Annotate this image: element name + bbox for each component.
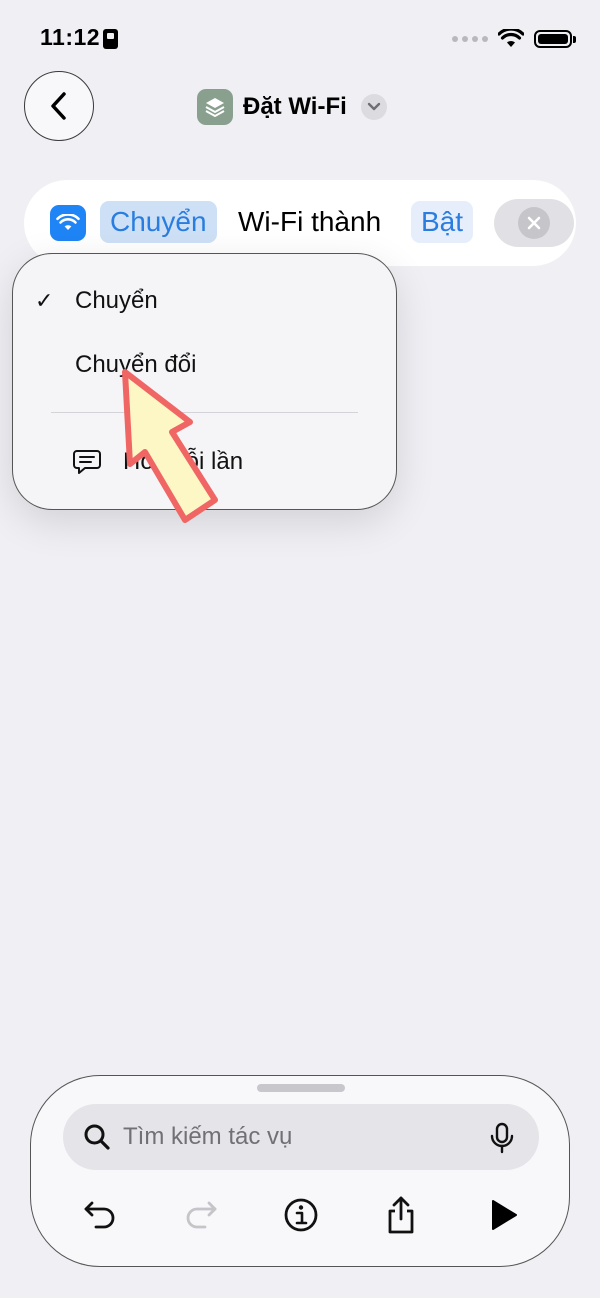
- value-token[interactable]: Bật: [411, 201, 474, 243]
- chevron-left-icon: [51, 92, 66, 120]
- checkmark-icon: ✓: [35, 288, 54, 313]
- info-button[interactable]: [278, 1192, 324, 1238]
- chevron-down-icon[interactable]: [360, 94, 387, 120]
- menu-item-chuyen[interactable]: ✓ Chuyển: [13, 276, 396, 326]
- share-icon: [388, 1196, 414, 1234]
- status-bar: 11:12: [0, 0, 600, 76]
- undo-icon: [84, 1201, 115, 1229]
- status-time: 11:12: [40, 24, 101, 50]
- wifi-status-icon: [498, 29, 524, 47]
- run-button[interactable]: [480, 1192, 526, 1238]
- info-icon: [284, 1198, 318, 1232]
- wifi-icon: [50, 205, 86, 241]
- action-search-panel: [30, 1075, 570, 1267]
- page-title: Đặt Wi-Fi: [243, 93, 347, 120]
- microphone-icon[interactable]: [489, 1122, 515, 1154]
- battery-icon: [534, 30, 576, 48]
- back-button[interactable]: [24, 71, 94, 141]
- search-bar[interactable]: [63, 1104, 539, 1170]
- action-text: Wi-Fi thành: [238, 206, 382, 237]
- undo-button[interactable]: [77, 1192, 123, 1238]
- status-indicators: [452, 26, 576, 52]
- tutorial-pointer-arrow-icon: [122, 369, 218, 523]
- editor-toolbar: [31, 1192, 571, 1238]
- redo-icon: [186, 1201, 217, 1229]
- cellular-signal-icon: [452, 36, 488, 42]
- share-button[interactable]: [378, 1192, 424, 1238]
- close-icon: [518, 207, 550, 239]
- remove-action-button[interactable]: [494, 199, 574, 247]
- message-icon: [71, 446, 103, 478]
- shortcut-layers-icon: [197, 89, 233, 125]
- sheet-grabber[interactable]: [257, 1084, 345, 1092]
- contact-card-icon: [103, 29, 118, 49]
- shortcut-title-menu[interactable]: Đặt Wi-Fi: [197, 88, 387, 126]
- search-icon: [84, 1124, 110, 1150]
- search-input[interactable]: [123, 1104, 483, 1170]
- redo-button[interactable]: [178, 1192, 224, 1238]
- play-icon: [492, 1200, 517, 1230]
- mode-token[interactable]: Chuyển: [100, 201, 217, 243]
- menu-item-label: Chuyển: [75, 287, 158, 314]
